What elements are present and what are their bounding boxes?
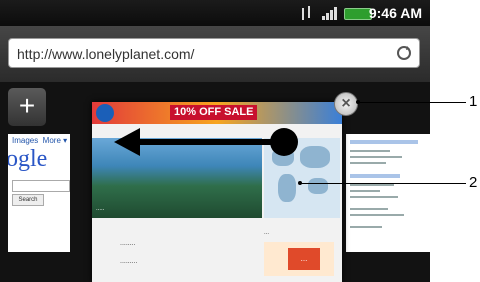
page-text-line-2: ......... [120,258,138,265]
data-sync-icon [300,6,314,20]
status-bar: 9:46 AM [0,0,430,26]
page-text-line-1: ........ [120,240,136,247]
sale-banner: 10% OFF SALE [170,105,258,120]
close-tab-button[interactable]: × [334,92,358,116]
callout-line-2 [300,183,466,184]
left-tab-links: Images More ▾ [12,136,68,145]
site-logo [96,104,114,122]
hero-caption: ..... [96,206,105,212]
callout-label-1: 1 [469,93,478,110]
url-bar: http://www.lonelyplanet.com/ [0,26,430,82]
swipe-arrow-icon [114,128,298,156]
ad-badge: ... [288,248,320,270]
callout-label-2: 2 [469,174,478,191]
refresh-icon[interactable] [395,44,413,62]
left-tab-search-box [12,180,70,192]
ad-label: ... [264,230,270,236]
callout-dot-1 [356,100,360,104]
browser-screen: 9:46 AM http://www.lonelyplanet.com/ + I… [0,0,430,282]
right-tab-thumbnail[interactable] [346,134,430,252]
left-tab-search-button: Search [12,194,44,206]
site-header: 10% OFF SALE [92,102,342,124]
signal-icon [322,6,338,20]
url-text: http://www.lonelyplanet.com/ [17,46,195,62]
callout-line-1 [358,102,466,103]
url-field[interactable]: http://www.lonelyplanet.com/ [8,38,420,68]
left-tab-logo: ogle [8,146,48,172]
left-tab-thumbnail[interactable]: Images More ▾ ogle Search [8,134,70,252]
tabs-stage: + Images More ▾ ogle Search 10% OFF SALE [0,82,430,282]
new-tab-button[interactable]: + [8,88,46,126]
callout-dot-2 [298,181,302,185]
status-time: 9:46 AM [368,5,422,21]
battery-icon [344,8,372,20]
